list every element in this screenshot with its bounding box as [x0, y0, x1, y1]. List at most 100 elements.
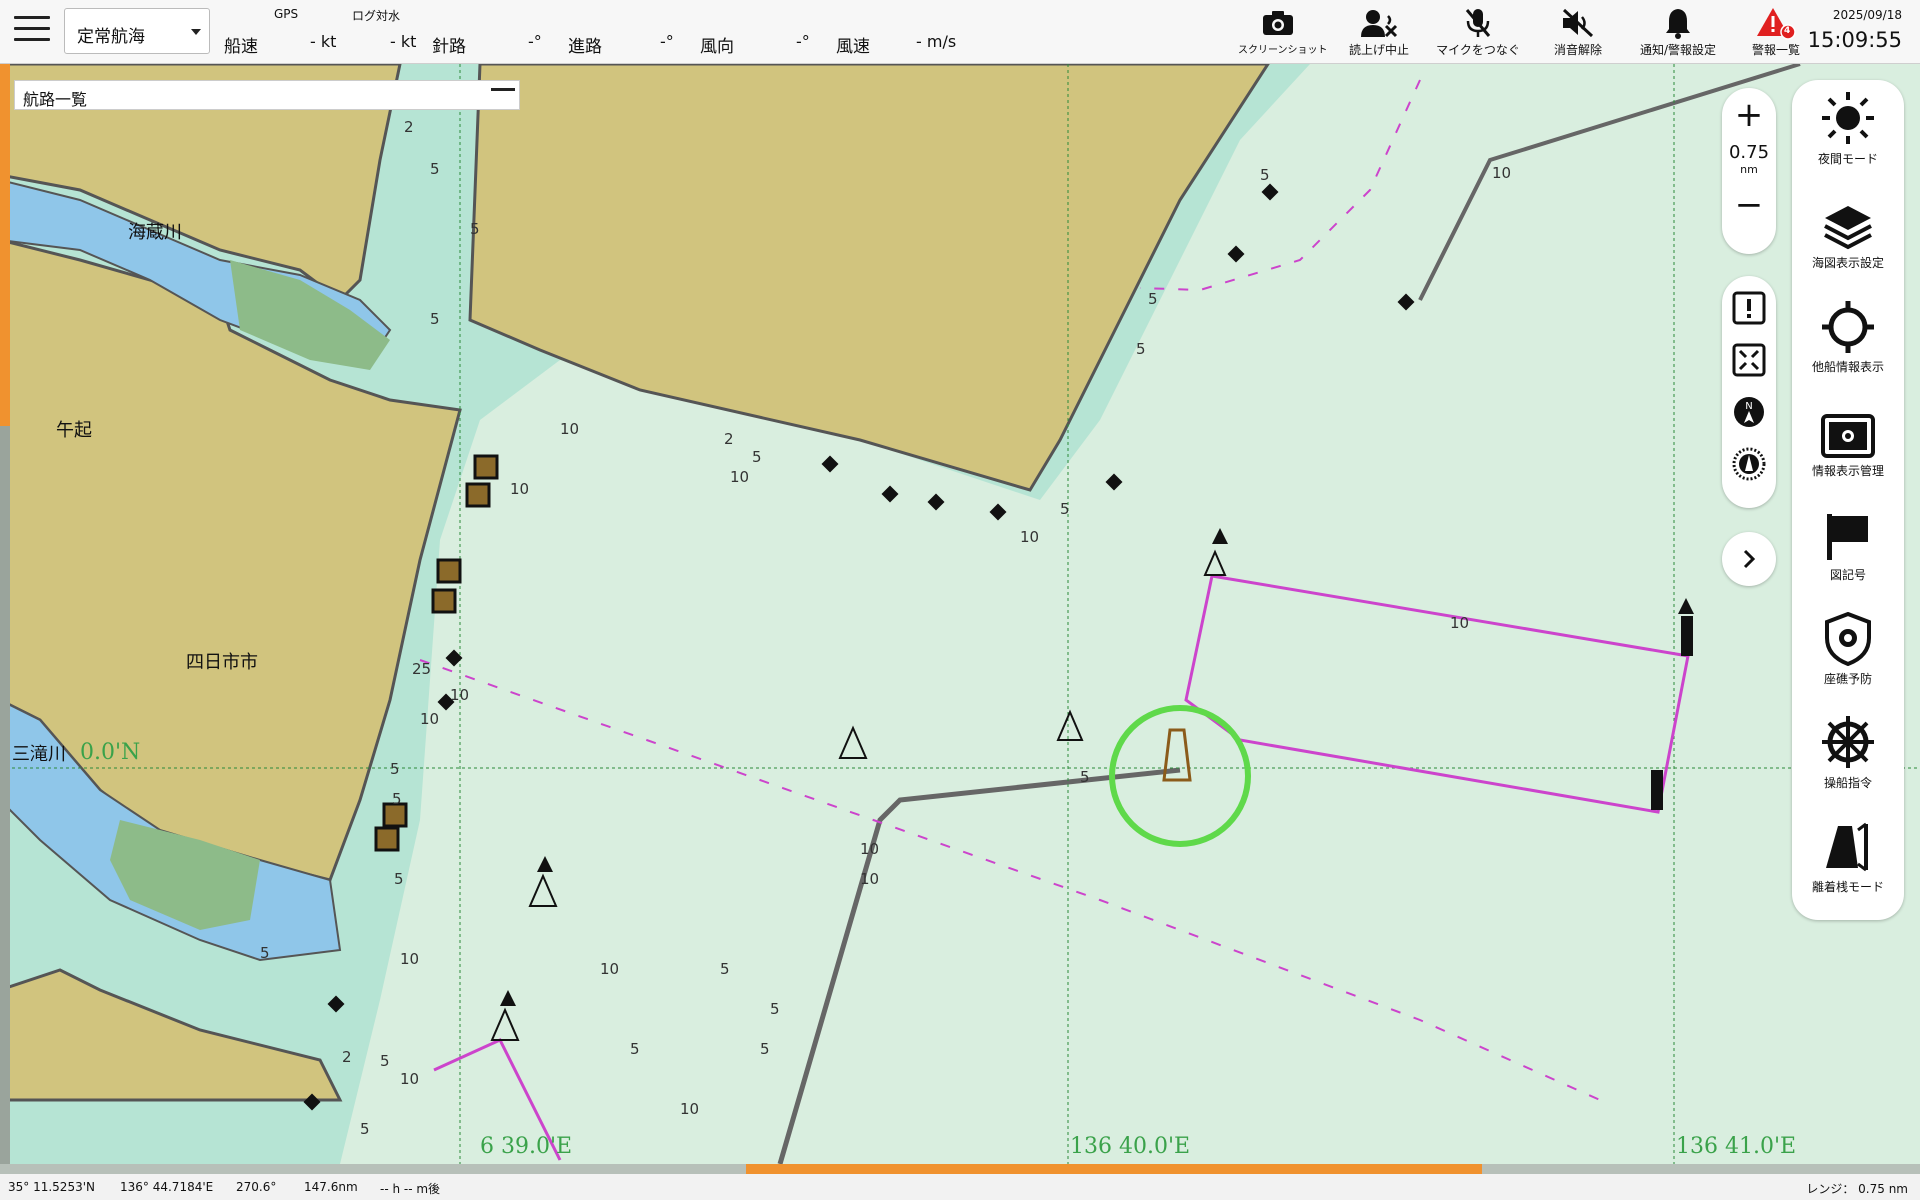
chart-display-settings-label: 海図表示設定: [1811, 256, 1884, 270]
left-edge-strip: [0, 64, 10, 1164]
gps-label: GPS: [274, 7, 299, 21]
mic-connect-button[interactable]: マイクをつなぐ: [1430, 6, 1526, 60]
night-mode-label: 夜間モード: [1817, 152, 1878, 166]
zoom-value: 0.75: [1728, 142, 1770, 163]
alert-focus-icon[interactable]: [1729, 288, 1769, 328]
cursor-latitude: 35° 11.5253'N: [8, 1180, 95, 1194]
alert-list-button[interactable]: 4 警報一覧: [1738, 6, 1814, 60]
depth-sounding: 10: [450, 686, 470, 704]
mic-off-icon: [1430, 6, 1526, 40]
other-vessels-label: 他船情報表示: [1811, 360, 1884, 374]
depth-sounding: 10: [1492, 164, 1512, 182]
heading-label: 針路: [432, 37, 466, 57]
depth-sounding: 5: [1080, 768, 1090, 786]
ship-handling-label: 操船指令: [1823, 776, 1872, 790]
beacon-marker: [1681, 616, 1693, 656]
left-edge-highlight: [0, 64, 10, 426]
depth-sounding: 5: [1060, 500, 1070, 518]
cursor-distance: 147.6nm: [304, 1180, 358, 1194]
nautical-chart[interactable]: 海蔵川 午起 四日市市 三滝川 0.0'N 6 39.0'E 136 40.0'…: [0, 64, 1920, 1164]
depth-sounding: 10: [600, 960, 620, 978]
chevron-down-icon: [191, 29, 201, 35]
navigation-mode-value: 定常航海: [77, 27, 145, 47]
course-label: 進路: [568, 37, 602, 57]
menu-icon[interactable]: [14, 16, 50, 44]
sun-icon: [1792, 80, 1904, 146]
zoom-in-button[interactable]: +: [1722, 98, 1776, 138]
chart-symbols-button[interactable]: 図記号: [1792, 496, 1904, 600]
navigation-mode-select[interactable]: 定常航海: [64, 8, 210, 54]
label-kaizo-river: 海蔵川: [128, 222, 182, 243]
expand-panel-button[interactable]: [1722, 532, 1776, 586]
night-mode-button[interactable]: 夜間モード: [1792, 80, 1904, 184]
head-up-icon[interactable]: [1729, 444, 1769, 484]
wind-direction-label: 風向: [700, 37, 734, 57]
depth-sounding: 10: [860, 840, 880, 858]
log-speed-value: - kt: [390, 32, 417, 51]
alert-list-label: 警報一覧: [1751, 43, 1800, 57]
cursor-longitude: 136° 44.7184'E: [120, 1180, 214, 1194]
zoom-out-button[interactable]: −: [1722, 188, 1776, 228]
depth-sounding: 5: [760, 1040, 770, 1058]
right-function-panel: 夜間モード 海図表示設定 他船情報表示 情報表示管理 図記号 座礁予防 操船指令…: [1792, 80, 1904, 920]
info-display-button[interactable]: 情報表示管理: [1792, 392, 1904, 496]
zoom-unit: nm: [1740, 163, 1758, 176]
mic-connect-label: マイクをつなぐ: [1436, 43, 1520, 57]
depth-sounding: 5: [720, 960, 730, 978]
latitude-label: 0.0'N: [80, 740, 141, 765]
depth-sounding: 10: [860, 870, 880, 888]
depth-sounding: 10: [680, 1100, 700, 1118]
course-value: -°: [660, 32, 674, 51]
depth-sounding: 5: [260, 944, 270, 962]
depth-sounding: 5: [1260, 166, 1270, 184]
chart-display-settings-button[interactable]: 海図表示設定: [1792, 184, 1904, 288]
chart-symbols-label: 図記号: [1829, 568, 1866, 582]
depth-sounding: 2: [404, 118, 414, 136]
date-display: 2025/09/18: [1832, 8, 1902, 22]
berthing-mode-label: 離着桟モード: [1811, 880, 1884, 894]
status-bar: 35° 11.5253'N 136° 44.7184'E 270.6° 147.…: [0, 1174, 1920, 1200]
time-display: 15:09:55: [1807, 28, 1902, 52]
crosshair-icon: [1792, 288, 1904, 354]
wind-speed-value: - m/s: [916, 32, 957, 51]
depth-sounding: 10: [400, 950, 420, 968]
alert-settings-button[interactable]: 通知/警報設定: [1630, 6, 1726, 60]
grounding-prevention-button[interactable]: 座礁予防: [1792, 600, 1904, 704]
depth-sounding: 5: [470, 220, 480, 238]
svg-text:N: N: [1745, 401, 1752, 412]
range-display: レンジ： 0.75 nm: [1806, 1182, 1908, 1196]
shield-gear-icon: [1792, 600, 1904, 666]
voice-stop-icon: [1336, 6, 1422, 40]
depth-sounding: 5: [430, 310, 440, 328]
bell-icon: [1630, 6, 1726, 40]
north-up-icon[interactable]: N: [1729, 392, 1769, 432]
camera-icon: [1238, 6, 1318, 40]
info-display-label: 情報表示管理: [1811, 464, 1884, 478]
berthing-icon: [1792, 808, 1904, 874]
view-tools: N: [1722, 276, 1776, 508]
gps-speed-value: - kt: [310, 32, 337, 51]
unmute-button[interactable]: 消音解除: [1540, 6, 1616, 60]
depth-sounding: 5: [380, 1052, 390, 1070]
ship-handling-button[interactable]: 操船指令: [1792, 704, 1904, 808]
voice-stop-button[interactable]: 読上げ中止: [1336, 6, 1422, 60]
depth-sounding: 2: [724, 430, 734, 448]
route-list-panel[interactable]: 航路一覧: [14, 80, 520, 110]
berthing-mode-button[interactable]: 離着桟モード: [1792, 808, 1904, 912]
label-yokkaichi-city: 四日市市: [186, 652, 258, 673]
depth-sounding: 5: [770, 1000, 780, 1018]
depth-sounding: 2: [342, 1048, 352, 1066]
depth-sounding: 5: [752, 448, 762, 466]
depth-sounding: 10: [1020, 528, 1040, 546]
depth-sounding: 5: [390, 760, 400, 778]
other-vessels-button[interactable]: 他船情報表示: [1792, 288, 1904, 392]
scrollbar-thumb[interactable]: [746, 1164, 1482, 1174]
voice-stop-label: 読上げ中止: [1348, 43, 1409, 57]
alert-settings-label: 通知/警報設定: [1639, 43, 1717, 57]
screenshot-button[interactable]: スクリーンショット: [1238, 6, 1328, 60]
chart-canvas[interactable]: [0, 64, 1920, 1164]
minimize-icon[interactable]: [491, 85, 515, 91]
speaker-mute-icon: [1540, 6, 1616, 40]
depth-sounding: 10: [510, 480, 530, 498]
fit-view-icon[interactable]: [1729, 340, 1769, 380]
